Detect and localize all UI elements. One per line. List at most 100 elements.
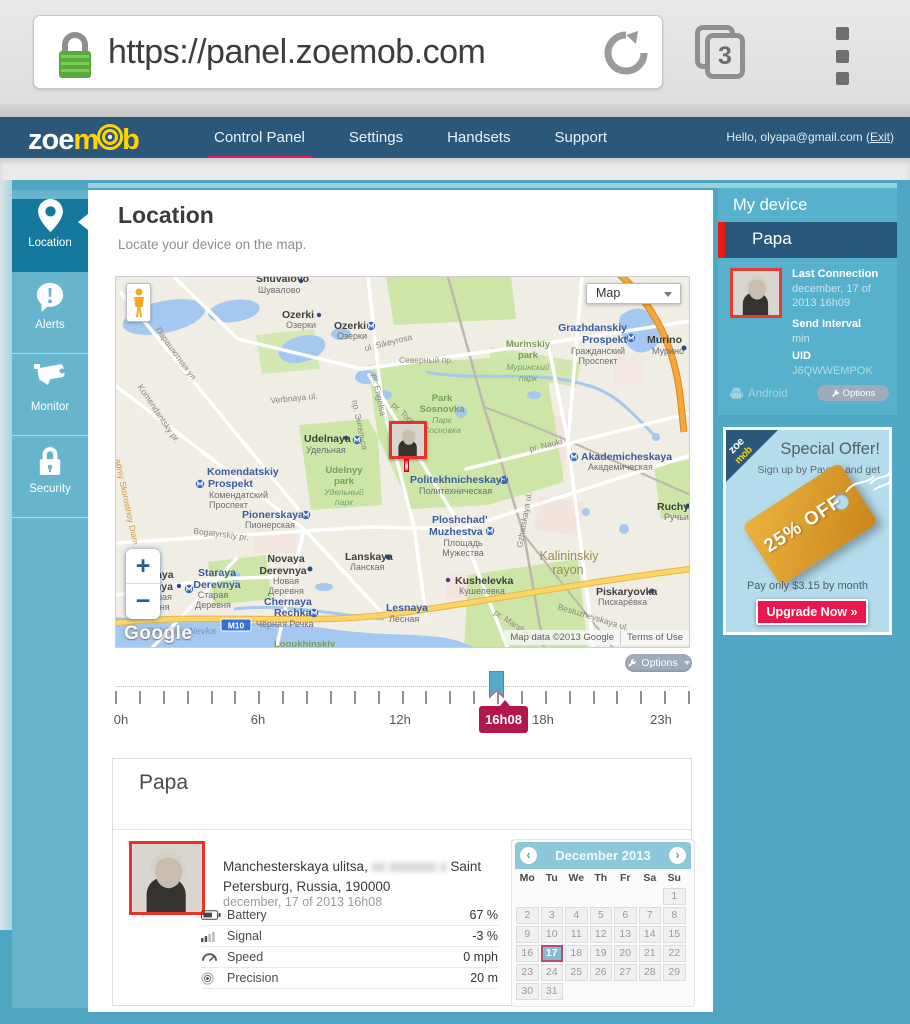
send-interval-value: min: [792, 333, 810, 345]
map-label: Udelnaya: [304, 433, 351, 445]
map-label: Grazhdanskiy: [558, 322, 627, 334]
exit-link[interactable]: Exit: [870, 130, 890, 144]
terms-of-use-link[interactable]: Terms of Use: [620, 630, 689, 645]
map-label: Академическая: [588, 462, 653, 472]
logo-target-icon: [97, 122, 124, 158]
calendar-day[interactable]: 21: [638, 945, 661, 962]
signal-icon: [201, 931, 227, 942]
map-type-selector[interactable]: Map: [586, 283, 681, 304]
sidebar-item-security[interactable]: Security: [12, 445, 88, 518]
upgrade-now-button[interactable]: Upgrade Now »: [756, 599, 868, 625]
nav-item-control-panel[interactable]: Control Panel: [207, 117, 312, 162]
camera-icon: [12, 363, 88, 399]
device-map-marker[interactable]: [389, 421, 427, 459]
timeline-label-18h: 18h: [532, 712, 554, 727]
device-options-button[interactable]: Options: [817, 385, 889, 401]
calendar-day[interactable]: 27: [614, 964, 637, 981]
sidebar-item-monitor[interactable]: Monitor: [12, 363, 88, 436]
map-label: M10: [228, 621, 245, 631]
map-options-button[interactable]: Options: [625, 654, 692, 672]
map-label: park: [518, 350, 539, 361]
map-label: Politekhnicheskaya: [410, 474, 508, 486]
calendar-day[interactable]: 28: [638, 964, 661, 981]
offer-inner: zoe mob Special Offer! Sign up by Paypal…: [723, 427, 892, 635]
calendar-day[interactable]: 11: [565, 926, 588, 943]
calendar-day: [614, 888, 637, 905]
calendar-day[interactable]: 18: [565, 945, 588, 962]
map-label: rayon: [552, 563, 583, 577]
padlock-icon: [12, 445, 88, 481]
calendar-day[interactable]: 4: [565, 907, 588, 924]
timeline-label-23h: 23h: [650, 712, 672, 727]
calendar-day[interactable]: 12: [589, 926, 612, 943]
map-label: Ланская: [350, 562, 385, 572]
top-nav: zoe m b Control Panel Settings Handsets Su…: [0, 117, 910, 162]
device-selector-papa[interactable]: Papa: [718, 222, 897, 258]
nav-item-support[interactable]: Support: [554, 117, 607, 158]
uid-value: J6QWWEMPOK: [792, 365, 873, 377]
zoom-out-button[interactable]: −: [126, 584, 160, 619]
options-label: Options: [641, 657, 678, 669]
nav-item-handsets[interactable]: Handsets: [447, 117, 510, 158]
map-label: Чёрная Речка: [256, 619, 314, 629]
timeline-label-12h: 12h: [389, 712, 411, 727]
calendar-day[interactable]: 20: [614, 945, 637, 962]
calendar-day[interactable]: 13: [614, 926, 637, 943]
calendar-day[interactable]: 31: [540, 983, 563, 1000]
tabs-button[interactable]: 3: [695, 25, 751, 81]
calendar-day[interactable]: 3: [540, 907, 563, 924]
device-avatar: [129, 841, 205, 915]
device-accent-bar: [718, 222, 725, 258]
calendar-day[interactable]: 25: [565, 964, 588, 981]
last-connection-value: december, 17 of 2013 16h09: [792, 283, 871, 309]
map-zoom-control: + −: [126, 549, 160, 619]
calendar-day[interactable]: 1: [663, 888, 686, 905]
map-label: Политехническая: [419, 486, 492, 496]
reload-icon[interactable]: [602, 29, 650, 82]
calendar-day[interactable]: 24: [540, 964, 563, 981]
location-pin-icon: [12, 199, 88, 235]
last-connection-label: Last Connection: [792, 268, 879, 280]
map-label: Площадь: [443, 538, 482, 548]
calendar-day[interactable]: 5: [589, 907, 612, 924]
calendar-day[interactable]: 14: [638, 926, 661, 943]
calendar-day[interactable]: 23: [516, 964, 539, 981]
calendar-day[interactable]: 16: [516, 945, 539, 962]
calendar-day[interactable]: 30: [516, 983, 539, 1000]
pegman-control[interactable]: [126, 283, 151, 322]
url-bar[interactable]: https://panel.zoemob.com: [33, 15, 663, 89]
calendar-day[interactable]: 29: [663, 964, 686, 981]
calendar-day[interactable]: 19: [589, 945, 612, 962]
stat-label: Signal: [227, 929, 262, 943]
calendar-prev-icon[interactable]: ‹: [520, 847, 537, 864]
stat-value: 67 %: [469, 908, 499, 922]
zoemob-logo[interactable]: zoe m b: [28, 122, 140, 158]
pegman-icon: [133, 288, 144, 317]
calendar-day[interactable]: 26: [589, 964, 612, 981]
calendar-day-selected[interactable]: 17: [540, 945, 563, 962]
calendar-day[interactable]: 6: [614, 907, 637, 924]
sidebar-item-location[interactable]: Location: [12, 199, 88, 272]
my-device-panel: My device Papa Last Connection december,…: [718, 188, 897, 415]
map-label: Prospekt: [208, 478, 253, 490]
calendar-day[interactable]: 9: [516, 926, 539, 943]
sidebar-item-alerts[interactable]: Alerts: [12, 281, 88, 354]
calendar-day[interactable]: 2: [516, 907, 539, 924]
calendar-day[interactable]: 8: [663, 907, 686, 924]
zoom-in-button[interactable]: +: [126, 549, 160, 584]
calendar-day[interactable]: 22: [663, 945, 686, 962]
browser-menu-icon[interactable]: [836, 27, 852, 85]
calendar-day[interactable]: 7: [638, 907, 661, 924]
discount-text: 25% OFF: [760, 491, 846, 558]
calendar-day[interactable]: 15: [663, 926, 686, 943]
calendar-next-icon[interactable]: ›: [669, 847, 686, 864]
map-label: Озерки: [337, 331, 367, 341]
calendar-day[interactable]: 10: [540, 926, 563, 943]
timeline-scrubber[interactable]: 0h 6h 12h 18h 23h 16h08: [114, 671, 690, 750]
device-detail-card: Papa Manchesterskaya ulitsa, xx xxxxxxx …: [112, 758, 695, 1007]
map-label: Пионерская: [245, 520, 295, 530]
stat-row-precision: Precision 20 m: [201, 968, 498, 989]
nav-item-settings[interactable]: Settings: [349, 117, 403, 158]
map-label: Kalininskiy: [539, 549, 599, 563]
map-canvas[interactable]: M10 Shuvalovo Шувалово Ozerki Озерки Oze…: [115, 276, 690, 648]
